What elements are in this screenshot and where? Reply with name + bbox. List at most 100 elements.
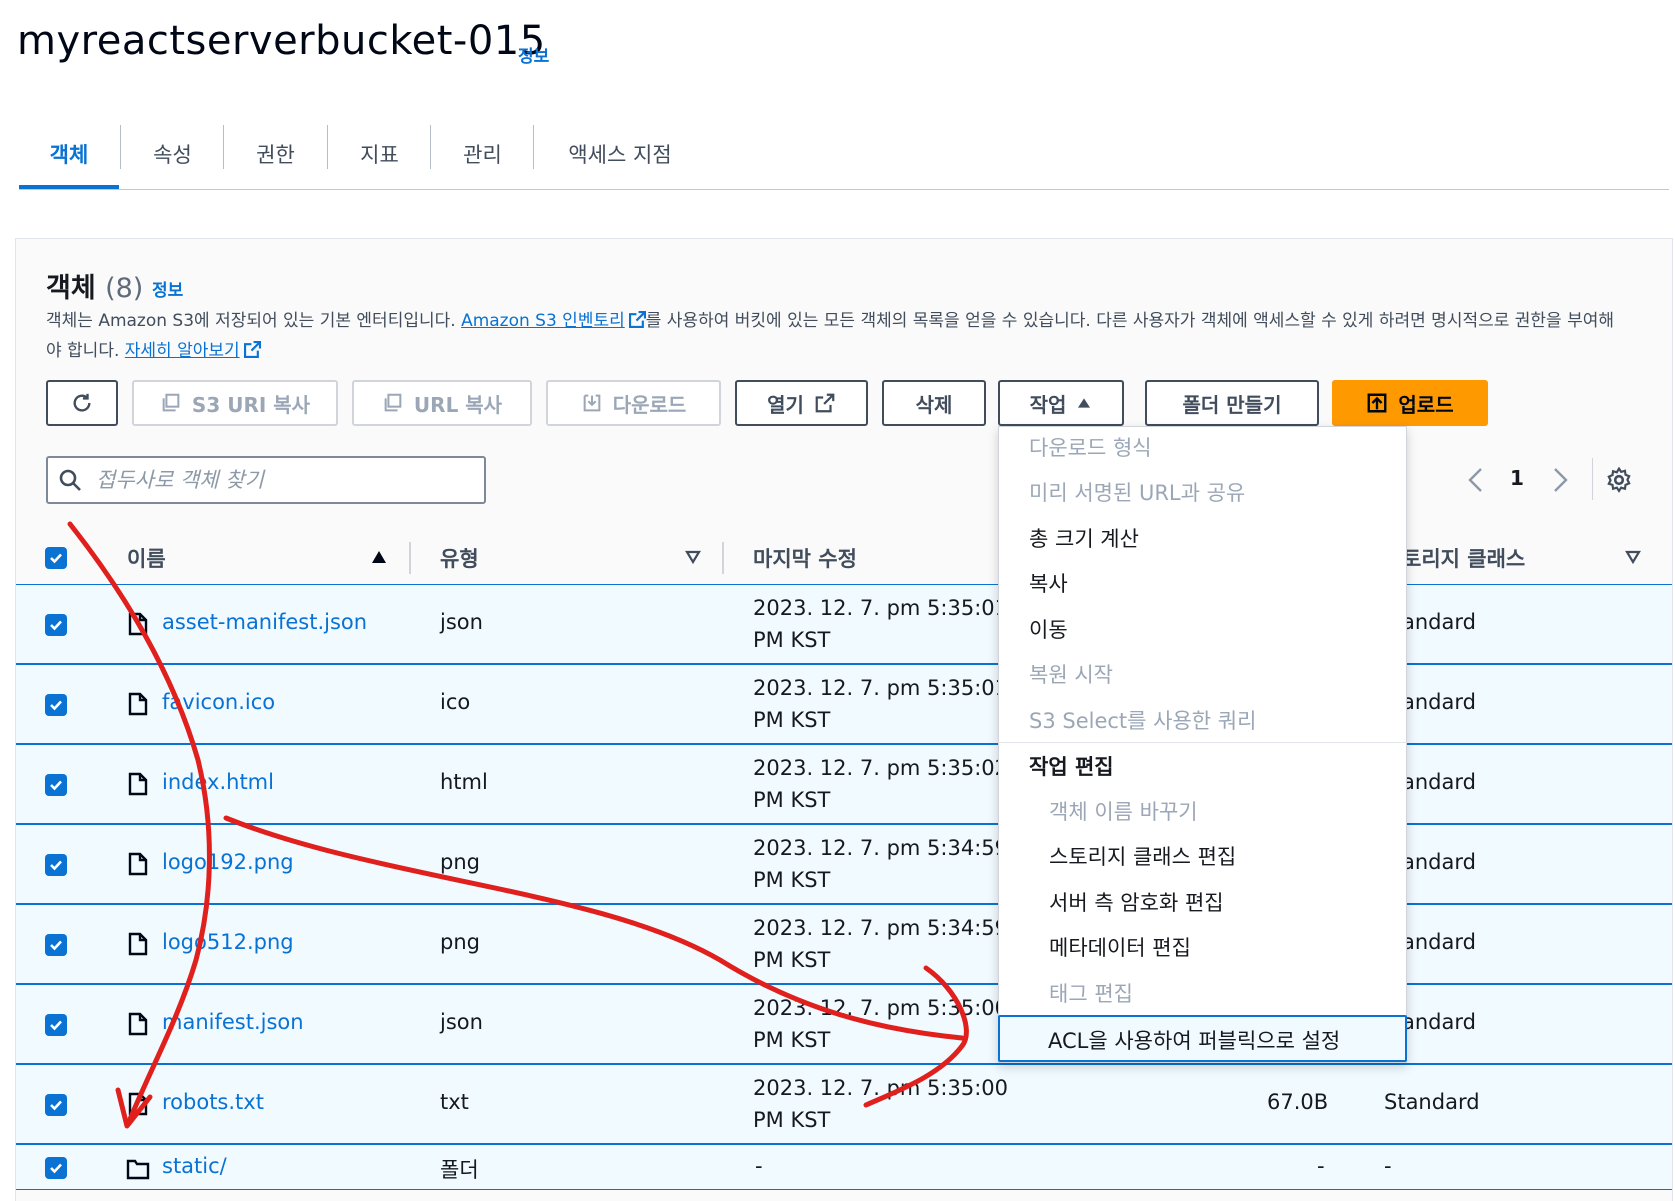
chevron-right-icon[interactable] [1548,466,1572,494]
menu-item-make-public-acl[interactable]: ACL을 사용하여 퍼블릭으로 설정 [998,1015,1407,1062]
column-header-storage-class[interactable]: 토리지 클래스 [1402,543,1525,573]
panel-description: 객체는 Amazon S3에 저장되어 있는 기본 엔터티입니다. Amazon… [46,306,1626,366]
tab-access-points[interactable]: 액세스 지점 [540,122,700,186]
object-type: json [440,1010,483,1034]
bucket-info-link[interactable]: 정보 [518,42,549,67]
gear-icon[interactable] [1606,467,1632,493]
column-header-last-modified[interactable]: 마지막 수정 [753,543,857,573]
menu-divider [998,742,1407,743]
menu-item-initiate-restore[interactable]: 복원 시작 [1029,659,1113,689]
object-type: json [440,610,483,634]
storage-class: andard [1402,1010,1476,1034]
download-label: 다운로드 [612,392,687,417]
menu-item-edit-storage-class[interactable]: 스토리지 클래스 편집 [1049,841,1236,871]
open-button[interactable]: 열기 [735,380,868,426]
object-type: ico [440,690,471,714]
file-icon [128,612,148,636]
copy-s3-uri-button[interactable]: S3 URI 복사 [132,380,338,426]
checkbox-checked-icon [50,700,62,711]
folder-icon [126,1159,150,1180]
copy-url-label: URL 복사 [413,392,503,417]
row-checkbox[interactable] [45,774,67,796]
object-type: png [440,930,480,954]
refresh-button[interactable] [46,380,118,426]
menu-item-move[interactable]: 이동 [1029,614,1068,644]
object-name-link[interactable]: index.html [162,770,274,794]
object-name-link[interactable]: robots.txt [162,1090,264,1114]
menu-item-calculate-total-size[interactable]: 총 크기 계산 [1029,523,1139,553]
checkbox-checked-icon [50,940,62,951]
tab-objects[interactable]: 객체 [19,122,119,186]
checkbox-checked-icon [50,860,62,871]
inventory-link[interactable]: Amazon S3 인벤토리 [461,311,646,331]
object-size: - [1317,1154,1325,1178]
checkbox-checked-icon [50,620,62,631]
delete-button[interactable]: 삭제 [882,380,986,426]
menu-item-edit-tags[interactable]: 태그 편집 [1049,978,1133,1008]
description-text: 객체는 Amazon S3에 저장되어 있는 기본 엔터티입니다. [46,311,462,331]
last-modified: 2023. 12. 7. pm 5:35:01 PM KST [753,596,1008,652]
object-name-link[interactable]: manifest.json [162,1010,304,1034]
sort-desc-icon[interactable] [685,549,701,565]
menu-item-query-s3-select[interactable]: S3 Select를 사용한 쿼리 [1029,705,1256,735]
menu-item-edit-server-side-encryption[interactable]: 서버 측 암호화 편집 [1049,887,1224,917]
row-checkbox[interactable] [45,1157,67,1179]
column-header-type[interactable]: 유형 [440,543,479,573]
checkbox-checked-icon [50,1100,62,1111]
object-name-link[interactable]: asset-manifest.json [162,610,367,634]
upload-button[interactable]: 업로드 [1332,380,1488,426]
row-checkbox[interactable] [45,1094,67,1116]
menu-item-copy[interactable]: 복사 [1029,568,1068,598]
external-link-icon [628,311,646,328]
upload-icon [1367,393,1387,413]
row-checkbox[interactable] [45,614,67,636]
download-icon [583,394,601,412]
column-separator[interactable] [409,542,411,574]
tab-management[interactable]: 관리 [431,122,534,186]
row-checkbox[interactable] [45,934,67,956]
column-separator[interactable] [722,542,724,574]
column-header-name[interactable]: 이름 [127,543,166,573]
download-button[interactable]: 다운로드 [546,380,721,426]
object-type: txt [440,1090,469,1114]
last-modified: 2023. 12. 7. pm 5:35:01 PM KST [753,676,1008,732]
object-name-link[interactable]: static/ [162,1154,227,1178]
tab-properties[interactable]: 속성 [121,122,224,186]
table-row[interactable] [16,1144,1672,1190]
checkbox-checked-icon [50,1163,62,1174]
copy-url-button[interactable]: URL 복사 [352,380,532,426]
object-name-link[interactable]: logo192.png [162,850,294,874]
menu-item-rename-object[interactable]: 객체 이름 바꾸기 [1049,796,1198,826]
menu-item-share-presigned-url[interactable]: 미리 서명된 URL과 공유 [1029,477,1245,507]
create-folder-button[interactable]: 폴더 만들기 [1145,380,1319,426]
menu-item-download-as[interactable]: 다운로드 형식 [1029,432,1152,462]
panel-info-link[interactable]: 정보 [152,276,183,301]
object-name-link[interactable]: favicon.ico [162,690,275,714]
select-all-checkbox[interactable] [45,547,67,569]
storage-class: andard [1402,770,1476,794]
sort-desc-icon[interactable] [1625,549,1641,565]
learn-more-link[interactable]: 자세히 알아보기 [125,341,261,361]
chevron-left-icon[interactable] [1464,466,1488,494]
sort-asc-icon[interactable] [371,549,387,565]
tab-permissions[interactable]: 권한 [224,122,327,186]
caret-up-icon [1078,398,1091,408]
menu-item-edit-metadata[interactable]: 메타데이터 편집 [1049,932,1191,962]
object-type: png [440,850,480,874]
actions-button[interactable]: 작업 [998,380,1124,426]
object-name-link[interactable]: logo512.png [162,930,294,954]
last-modified: 2023. 12. 7. pm 5:35:02 PM KST [753,756,1008,812]
open-label: 열기 [767,392,804,417]
pagination-divider [1592,458,1593,500]
row-checkbox[interactable] [45,854,67,876]
refresh-icon [73,393,91,412]
storage-class: Standard [1384,1090,1480,1114]
tab-metrics[interactable]: 지표 [328,122,431,186]
object-type: html [440,770,488,794]
row-checkbox[interactable] [45,694,67,716]
object-count: (8) [105,273,144,304]
copy-s3-uri-label: S3 URI 복사 [191,392,311,417]
delete-label: 삭제 [915,392,953,417]
row-checkbox[interactable] [45,1014,67,1036]
page-number[interactable]: 1 [1510,466,1524,490]
